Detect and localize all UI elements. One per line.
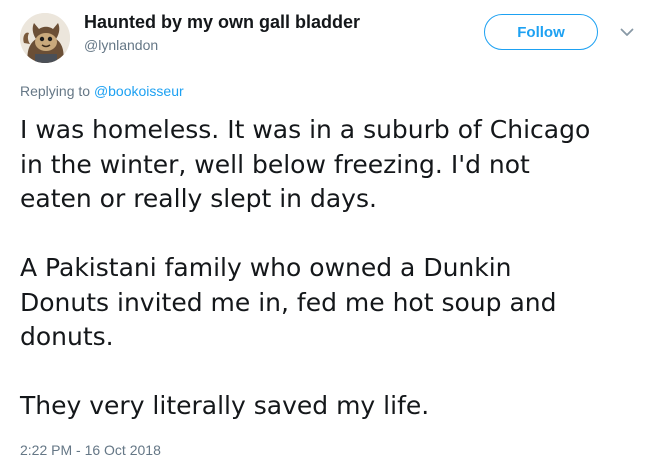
tweet-line: They very literally saved my life. bbox=[20, 391, 430, 420]
tweet-line: A Pakistani family who owned a Dunkin bbox=[20, 253, 512, 282]
chevron-down-icon bbox=[620, 28, 634, 36]
reply-context: Replying to @bookoisseur bbox=[20, 83, 184, 99]
more-options-button[interactable] bbox=[617, 24, 637, 40]
reply-mention-link[interactable]: @bookoisseur bbox=[94, 83, 184, 99]
follow-button[interactable]: Follow bbox=[484, 14, 598, 50]
tweet-line: in the winter, well below freezing. I'd … bbox=[20, 149, 530, 179]
tweet-text: I was homeless. It was in a suburb of Ch… bbox=[20, 113, 640, 424]
tweet-card: Haunted by my own gall bladder @lynlando… bbox=[0, 0, 652, 470]
avatar-cat-icon bbox=[20, 13, 70, 63]
tweet-timestamp[interactable]: 2:22 PM - 16 Oct 2018 bbox=[20, 442, 161, 458]
user-handle[interactable]: @lynlandon bbox=[84, 37, 158, 53]
tweet-line: I was homeless. It was in a suburb of Ch… bbox=[20, 115, 591, 144]
display-name[interactable]: Haunted by my own gall bladder bbox=[84, 12, 360, 33]
tweet-line: donuts. bbox=[20, 322, 114, 351]
tweet-line: eaten or really slept in days. bbox=[20, 184, 377, 213]
tweet-line: Donuts invited me in, fed me hot soup an… bbox=[20, 287, 557, 317]
avatar[interactable] bbox=[20, 13, 70, 63]
reply-prefix: Replying to bbox=[20, 83, 91, 99]
